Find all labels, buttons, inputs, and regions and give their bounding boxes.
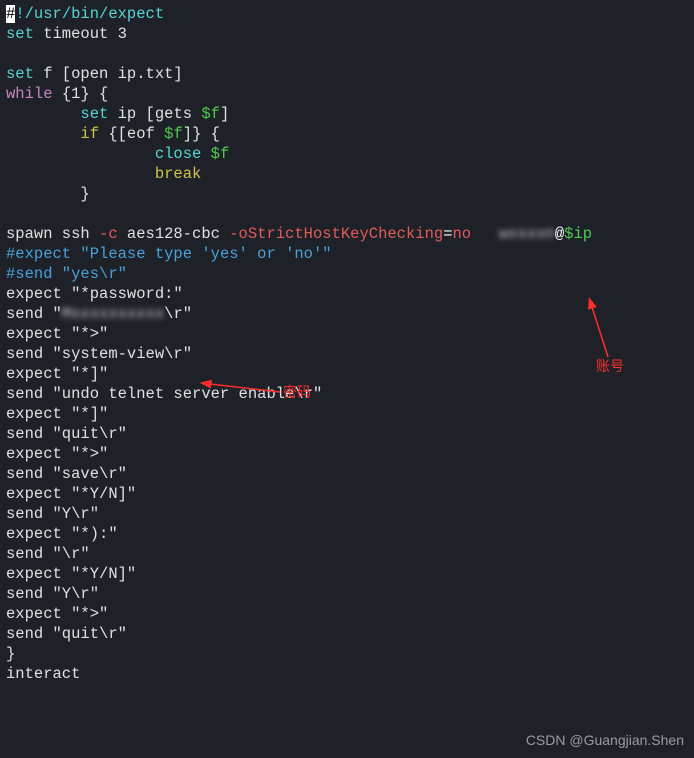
- redacted-username: wxxxxn: [499, 225, 555, 243]
- redacted-password: Mxxxxxxxxxx: [62, 305, 164, 323]
- watermark: CSDN @Guangjian.Shen: [526, 730, 684, 750]
- code-block: #!/usr/bin/expect set timeout 3 set f [o…: [0, 0, 694, 688]
- shebang-hash: #: [6, 5, 15, 23]
